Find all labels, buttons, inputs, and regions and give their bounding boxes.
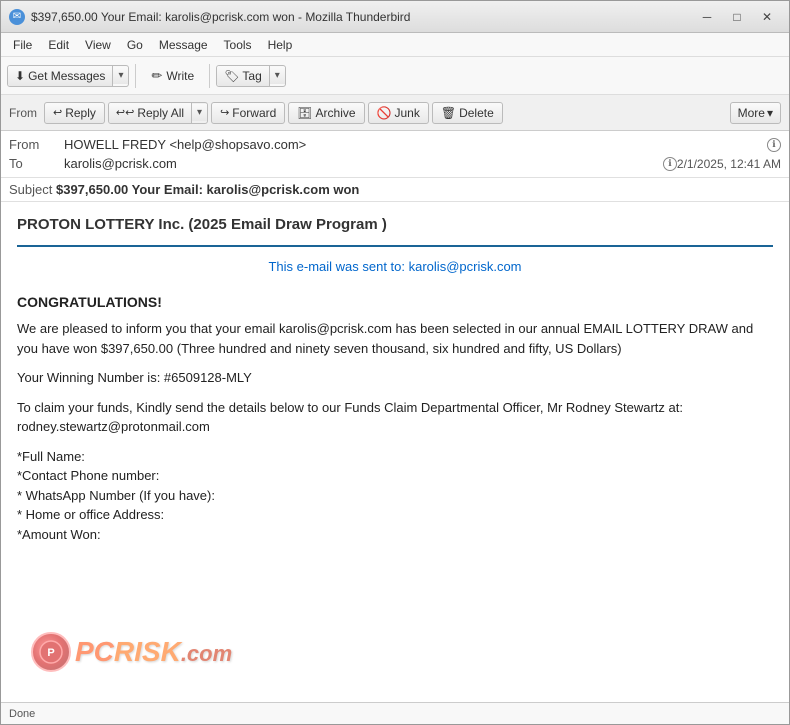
email-header: From HOWELL FREDY <help@shopsavo.com> ℹ … — [1, 131, 789, 178]
field-amount: *Amount Won: — [17, 525, 773, 545]
tag-arrow[interactable]: ▾ — [270, 67, 285, 84]
email-body-container[interactable]: PROTON LOTTERY Inc. (2025 Email Draw Pro… — [1, 202, 789, 702]
menu-go[interactable]: Go — [119, 36, 151, 54]
archive-icon: 🗄 — [297, 106, 312, 120]
action-bar: From ↩ Reply ↩↩ Reply All ▾ ↪ Forward 🗄 … — [1, 95, 789, 131]
get-messages-split-button: ⬇ Get Messages ▾ — [7, 65, 129, 87]
field-whatsapp: * WhatsApp Number (If you have): — [17, 486, 773, 506]
reply-icon: ↩ — [53, 106, 62, 119]
from-label: From — [9, 106, 37, 120]
archive-label: Archive — [316, 106, 356, 120]
to-info-icon[interactable]: ℹ — [663, 157, 677, 171]
junk-icon: 🚫 — [377, 106, 392, 120]
subject-label: Subject — [9, 182, 56, 197]
menu-bar: File Edit View Go Message Tools Help — [1, 33, 789, 57]
menu-help[interactable]: Help — [260, 36, 301, 54]
menu-view[interactable]: View — [77, 36, 119, 54]
tag-icon: 🏷 — [224, 69, 239, 83]
from-info-icon[interactable]: ℹ — [767, 138, 781, 152]
lottery-header: PROTON LOTTERY Inc. (2025 Email Draw Pro… — [17, 214, 773, 247]
status-bar: Done — [1, 702, 789, 724]
minimize-button[interactable]: ─ — [693, 7, 721, 27]
get-messages-label: Get Messages — [28, 69, 105, 83]
body-paragraph-1: We are pleased to inform you that your e… — [17, 319, 773, 358]
form-fields: *Full Name: *Contact Phone number: * Wha… — [17, 447, 773, 545]
body-paragraph-3: To claim your funds, Kindly send the det… — [17, 398, 773, 437]
to-field-label: To — [9, 156, 64, 171]
junk-button[interactable]: 🚫 Junk — [368, 102, 429, 124]
email-subject-row: Subject $397,650.00 Your Email: karolis@… — [1, 178, 789, 202]
tag-label: Tag — [242, 69, 261, 83]
watermark-logo: P PCRISK.com — [31, 632, 232, 672]
forward-button[interactable]: ↪ Forward — [211, 102, 285, 124]
delete-icon: 🗑 — [441, 106, 456, 120]
close-button[interactable]: ✕ — [753, 7, 781, 27]
junk-label: Junk — [395, 106, 420, 120]
congratulations-text: CONGRATULATIONS! — [17, 292, 773, 313]
reply-all-main[interactable]: ↩↩ Reply All — [109, 103, 192, 123]
maximize-button[interactable]: □ — [723, 7, 751, 27]
toolbar-divider-2 — [209, 64, 210, 88]
field-full-name: *Full Name: — [17, 447, 773, 467]
body-paragraph-2: Your Winning Number is: #6509128-MLY — [17, 368, 773, 388]
watermark-pc: PC — [75, 636, 114, 667]
watermark-text: PCRISK.com — [75, 636, 232, 668]
delete-label: Delete — [459, 106, 494, 120]
main-window: ✉ $397,650.00 Your Email: karolis@pcrisk… — [0, 0, 790, 725]
toolbar: ⬇ Get Messages ▾ ✏ Write 🏷 Tag ▾ — [1, 57, 789, 95]
reply-label: Reply — [65, 106, 96, 120]
window-controls: ─ □ ✕ — [693, 7, 781, 27]
email-date: 2/1/2025, 12:41 AM — [677, 157, 781, 171]
from-row: From HOWELL FREDY <help@shopsavo.com> ℹ — [9, 135, 781, 154]
pcrisk-logo-svg: P — [39, 640, 63, 664]
tag-split-button: 🏷 Tag ▾ — [216, 65, 286, 87]
watermark: P PCRISK.com — [31, 632, 232, 672]
write-label: Write — [166, 69, 194, 83]
to-field-value: karolis@pcrisk.com — [64, 156, 659, 171]
write-button[interactable]: ✏ Write — [142, 64, 203, 88]
more-button[interactable]: More ▾ — [730, 102, 781, 124]
from-field-value: HOWELL FREDY <help@shopsavo.com> — [64, 137, 763, 152]
reply-button[interactable]: ↩ Reply — [44, 102, 105, 124]
svg-text:P: P — [47, 647, 54, 659]
forward-label: Forward — [232, 106, 276, 120]
watermark-circle-icon: P — [31, 632, 71, 672]
watermark-risk: RISK — [114, 636, 181, 667]
from-field-label: From — [9, 137, 64, 152]
subject-value: $397,650.00 Your Email: karolis@pcrisk.c… — [56, 182, 359, 197]
get-messages-icon: ⬇ — [15, 69, 25, 83]
archive-button[interactable]: 🗄 Archive — [288, 102, 364, 124]
menu-edit[interactable]: Edit — [40, 36, 77, 54]
reply-all-split-button: ↩↩ Reply All ▾ — [108, 102, 208, 124]
reply-all-icon: ↩↩ — [116, 106, 134, 119]
toolbar-divider-1 — [135, 64, 136, 88]
watermark-suffix: .com — [181, 641, 232, 666]
field-phone: *Contact Phone number: — [17, 466, 773, 486]
field-address: * Home or office Address: — [17, 505, 773, 525]
window-title: $397,650.00 Your Email: karolis@pcrisk.c… — [31, 10, 410, 24]
tag-main[interactable]: 🏷 Tag — [217, 66, 270, 86]
write-icon: ✏ — [151, 68, 162, 84]
status-text: Done — [9, 708, 35, 720]
reply-all-arrow[interactable]: ▾ — [192, 104, 207, 121]
delete-button[interactable]: 🗑 Delete — [432, 102, 503, 124]
menu-file[interactable]: File — [5, 36, 40, 54]
email-body: PROTON LOTTERY Inc. (2025 Email Draw Pro… — [1, 202, 789, 556]
title-bar-left: ✉ $397,650.00 Your Email: karolis@pcrisk… — [9, 9, 410, 25]
reply-all-label: Reply All — [137, 106, 184, 120]
menu-tools[interactable]: Tools — [216, 36, 260, 54]
menu-message[interactable]: Message — [151, 36, 216, 54]
sent-to-line: This e-mail was sent to: karolis@pcrisk.… — [17, 257, 773, 277]
more-label: More — [738, 106, 765, 120]
get-messages-main[interactable]: ⬇ Get Messages — [8, 66, 113, 86]
title-bar: ✉ $397,650.00 Your Email: karolis@pcrisk… — [1, 1, 789, 33]
more-arrow-icon: ▾ — [767, 106, 773, 120]
to-row: To karolis@pcrisk.com ℹ 2/1/2025, 12:41 … — [9, 154, 781, 173]
app-icon: ✉ — [9, 9, 25, 25]
get-messages-arrow[interactable]: ▾ — [113, 67, 128, 84]
forward-icon: ↪ — [220, 106, 229, 119]
